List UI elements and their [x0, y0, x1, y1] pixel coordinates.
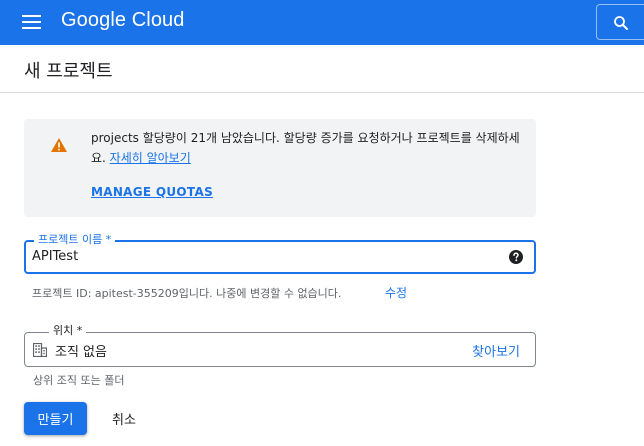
location-field[interactable]: 위치 * 조직 없음 찾아보기 [24, 324, 536, 367]
browse-button[interactable]: 찾아보기 [472, 341, 520, 360]
header-divider [0, 92, 644, 93]
building-icon [33, 343, 47, 357]
page-title: 새 프로젝트 [24, 61, 113, 82]
search-button[interactable] [596, 4, 644, 40]
quota-notice: projects 할당량이 21개 남았습니다. 할당량 증가를 요청하거나 프… [24, 119, 536, 217]
help-icon[interactable] [509, 250, 523, 264]
project-name-label: 프로젝트 이름 * [34, 233, 116, 247]
create-button[interactable]: 만들기 [24, 402, 87, 435]
location-value: 조직 없음 [55, 345, 107, 360]
location-hint: 상위 조직 또는 폴더 [33, 374, 125, 387]
cancel-button[interactable]: 취소 [100, 402, 148, 435]
notice-message: projects 할당량이 21개 남았습니다. 할당량 증가를 요청하거나 프… [91, 128, 531, 168]
manage-quotas-link[interactable]: MANAGE QUOTAS [91, 185, 213, 199]
warning-icon [51, 138, 67, 152]
search-icon [614, 16, 628, 30]
project-name-input[interactable]: APITest [32, 249, 78, 264]
brand-logo[interactable]: Google Cloud [61, 9, 185, 32]
hamburger-menu-icon[interactable] [22, 14, 42, 30]
edit-project-id-button[interactable]: 수정 [385, 284, 407, 301]
top-app-bar: Google Cloud [0, 0, 644, 45]
project-id-hint: 프로젝트 ID: apitest-355209입니다. 나중에 변경할 수 없습… [32, 287, 342, 300]
learn-more-link[interactable]: 자세히 알아보기 [110, 151, 191, 165]
location-label: 위치 * [49, 324, 87, 338]
project-name-field[interactable]: 프로젝트 이름 * APITest [24, 233, 536, 274]
